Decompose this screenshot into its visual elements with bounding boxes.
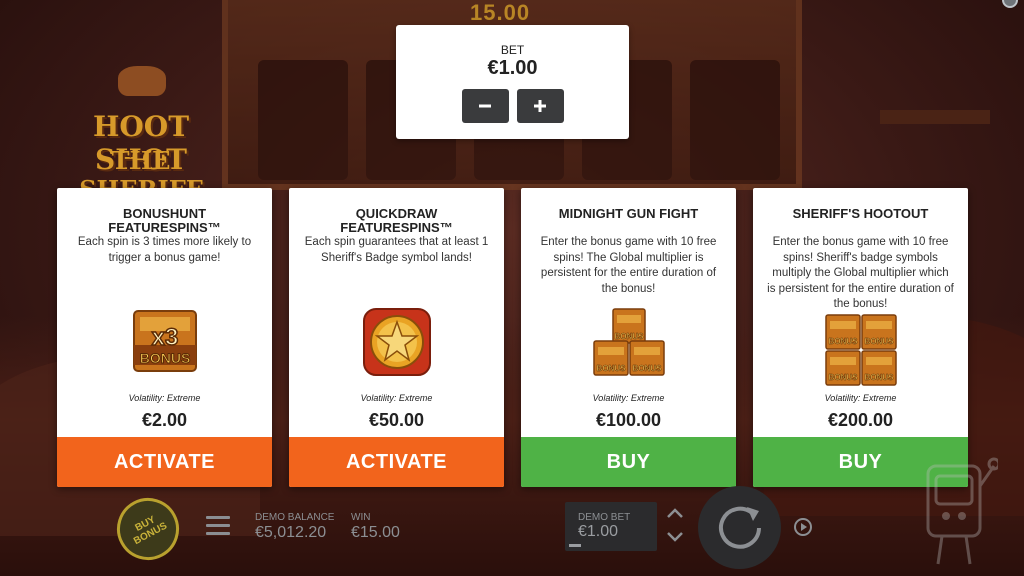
quad-bonus-buildings-icon: BONUS BONUS BONUS BONUS: [753, 310, 968, 390]
card-title: BONUSHUNT FEATURESPINS™: [108, 206, 221, 235]
svg-text:BONUS: BONUS: [139, 350, 190, 366]
card-volatility: Volatility: Extreme: [128, 393, 201, 403]
svg-text:x3: x3: [151, 324, 178, 351]
top-win-display: 15.00: [470, 0, 531, 25]
mascot-icon: [926, 457, 998, 565]
spin-button[interactable]: [698, 486, 781, 569]
card-volatility: Volatility: Extreme: [824, 393, 897, 403]
demo-bet-label: DEMO BET: [578, 512, 631, 523]
win-label: WIN: [351, 512, 371, 523]
svg-text:BONUS: BONUS: [828, 373, 858, 382]
demo-bet-value: €1.00: [578, 523, 619, 540]
bet-stepper: [664, 504, 686, 548]
minus-icon: [479, 104, 491, 108]
buy-button[interactable]: BUY: [521, 437, 736, 487]
reel-column: [690, 60, 780, 180]
win-value: €15.00: [351, 524, 400, 541]
x3-bonus-badge-icon: x3 BONUS: [57, 302, 272, 382]
reel-column: [258, 60, 348, 180]
card-price: €100.00: [595, 410, 662, 430]
card-description: Enter the bonus game with 10 free spins!…: [767, 236, 954, 310]
card-volatility: Volatility: Extreme: [592, 393, 665, 403]
bet-value: €1.00: [487, 57, 538, 79]
card-title: SHERIFF'S HOOTOUT: [792, 206, 929, 221]
card-volatility: Volatility: Extreme: [360, 393, 433, 403]
game-logo: HOOT SHOT THE SHERIFF: [56, 60, 226, 204]
sheriff-badge-icon: [289, 302, 504, 382]
demo-balance-value: €5,012.20: [255, 524, 327, 541]
chevron-down-icon[interactable]: [664, 528, 686, 546]
bet-increase-button[interactable]: [516, 89, 564, 123]
card-price: €50.00: [368, 410, 425, 430]
bonus-card-bonushunt: BONUSHUNT FEATURESPINS™ Each spin is 3 t…: [57, 188, 272, 487]
bet-panel: BET €1.00: [396, 25, 629, 139]
spin-arrow-icon: [718, 506, 761, 549]
card-description: Enter the bonus game with 10 free spins!…: [540, 236, 717, 295]
demo-balance-label: DEMO BALANCE: [255, 512, 335, 523]
svg-text:BONUS: BONUS: [614, 332, 644, 341]
hat-icon: [118, 66, 166, 96]
card-description: Each spin is 3 times more likely to trig…: [77, 236, 252, 264]
activate-button[interactable]: ACTIVATE: [289, 437, 504, 487]
bonus-card-quickdraw: QUICKDRAW FEATURESPINS™ Each spin guaran…: [289, 188, 504, 487]
sign-post: [880, 110, 990, 124]
hamburger-menu-icon[interactable]: [206, 516, 230, 536]
plus-icon: [534, 100, 546, 112]
card-price: €2.00: [141, 410, 188, 430]
chevron-up-icon[interactable]: [664, 504, 686, 522]
card-title: MIDNIGHT GUN FIGHT: [558, 206, 699, 221]
card-price: €200.00: [827, 410, 894, 430]
card-title: QUICKDRAW FEATURESPINS™: [340, 206, 453, 235]
bet-label: BET: [500, 43, 525, 57]
svg-text:BONUS: BONUS: [632, 364, 662, 373]
svg-text:BONUS: BONUS: [596, 364, 626, 373]
triple-bonus-buildings-icon: BONUS BONUS BONUS: [521, 302, 736, 382]
svg-text:BONUS: BONUS: [864, 373, 894, 382]
svg-text:BONUS: BONUS: [828, 337, 858, 346]
bonus-card-sheriffs-hootout: SHERIFF'S HOOTOUT Enter the bonus game w…: [753, 188, 968, 487]
autoplay-icon[interactable]: [792, 516, 814, 538]
activate-button[interactable]: ACTIVATE: [57, 437, 272, 487]
corner-indicator-icon: [1002, 0, 1018, 8]
demo-bet-indicator: [569, 544, 581, 547]
svg-text:BONUS: BONUS: [864, 337, 894, 346]
bet-decrease-button[interactable]: [461, 89, 509, 123]
bonus-card-midnight-gun-fight: MIDNIGHT GUN FIGHT Enter the bonus game …: [521, 188, 736, 487]
card-description: Each spin guarantees that at least 1 She…: [304, 236, 489, 264]
